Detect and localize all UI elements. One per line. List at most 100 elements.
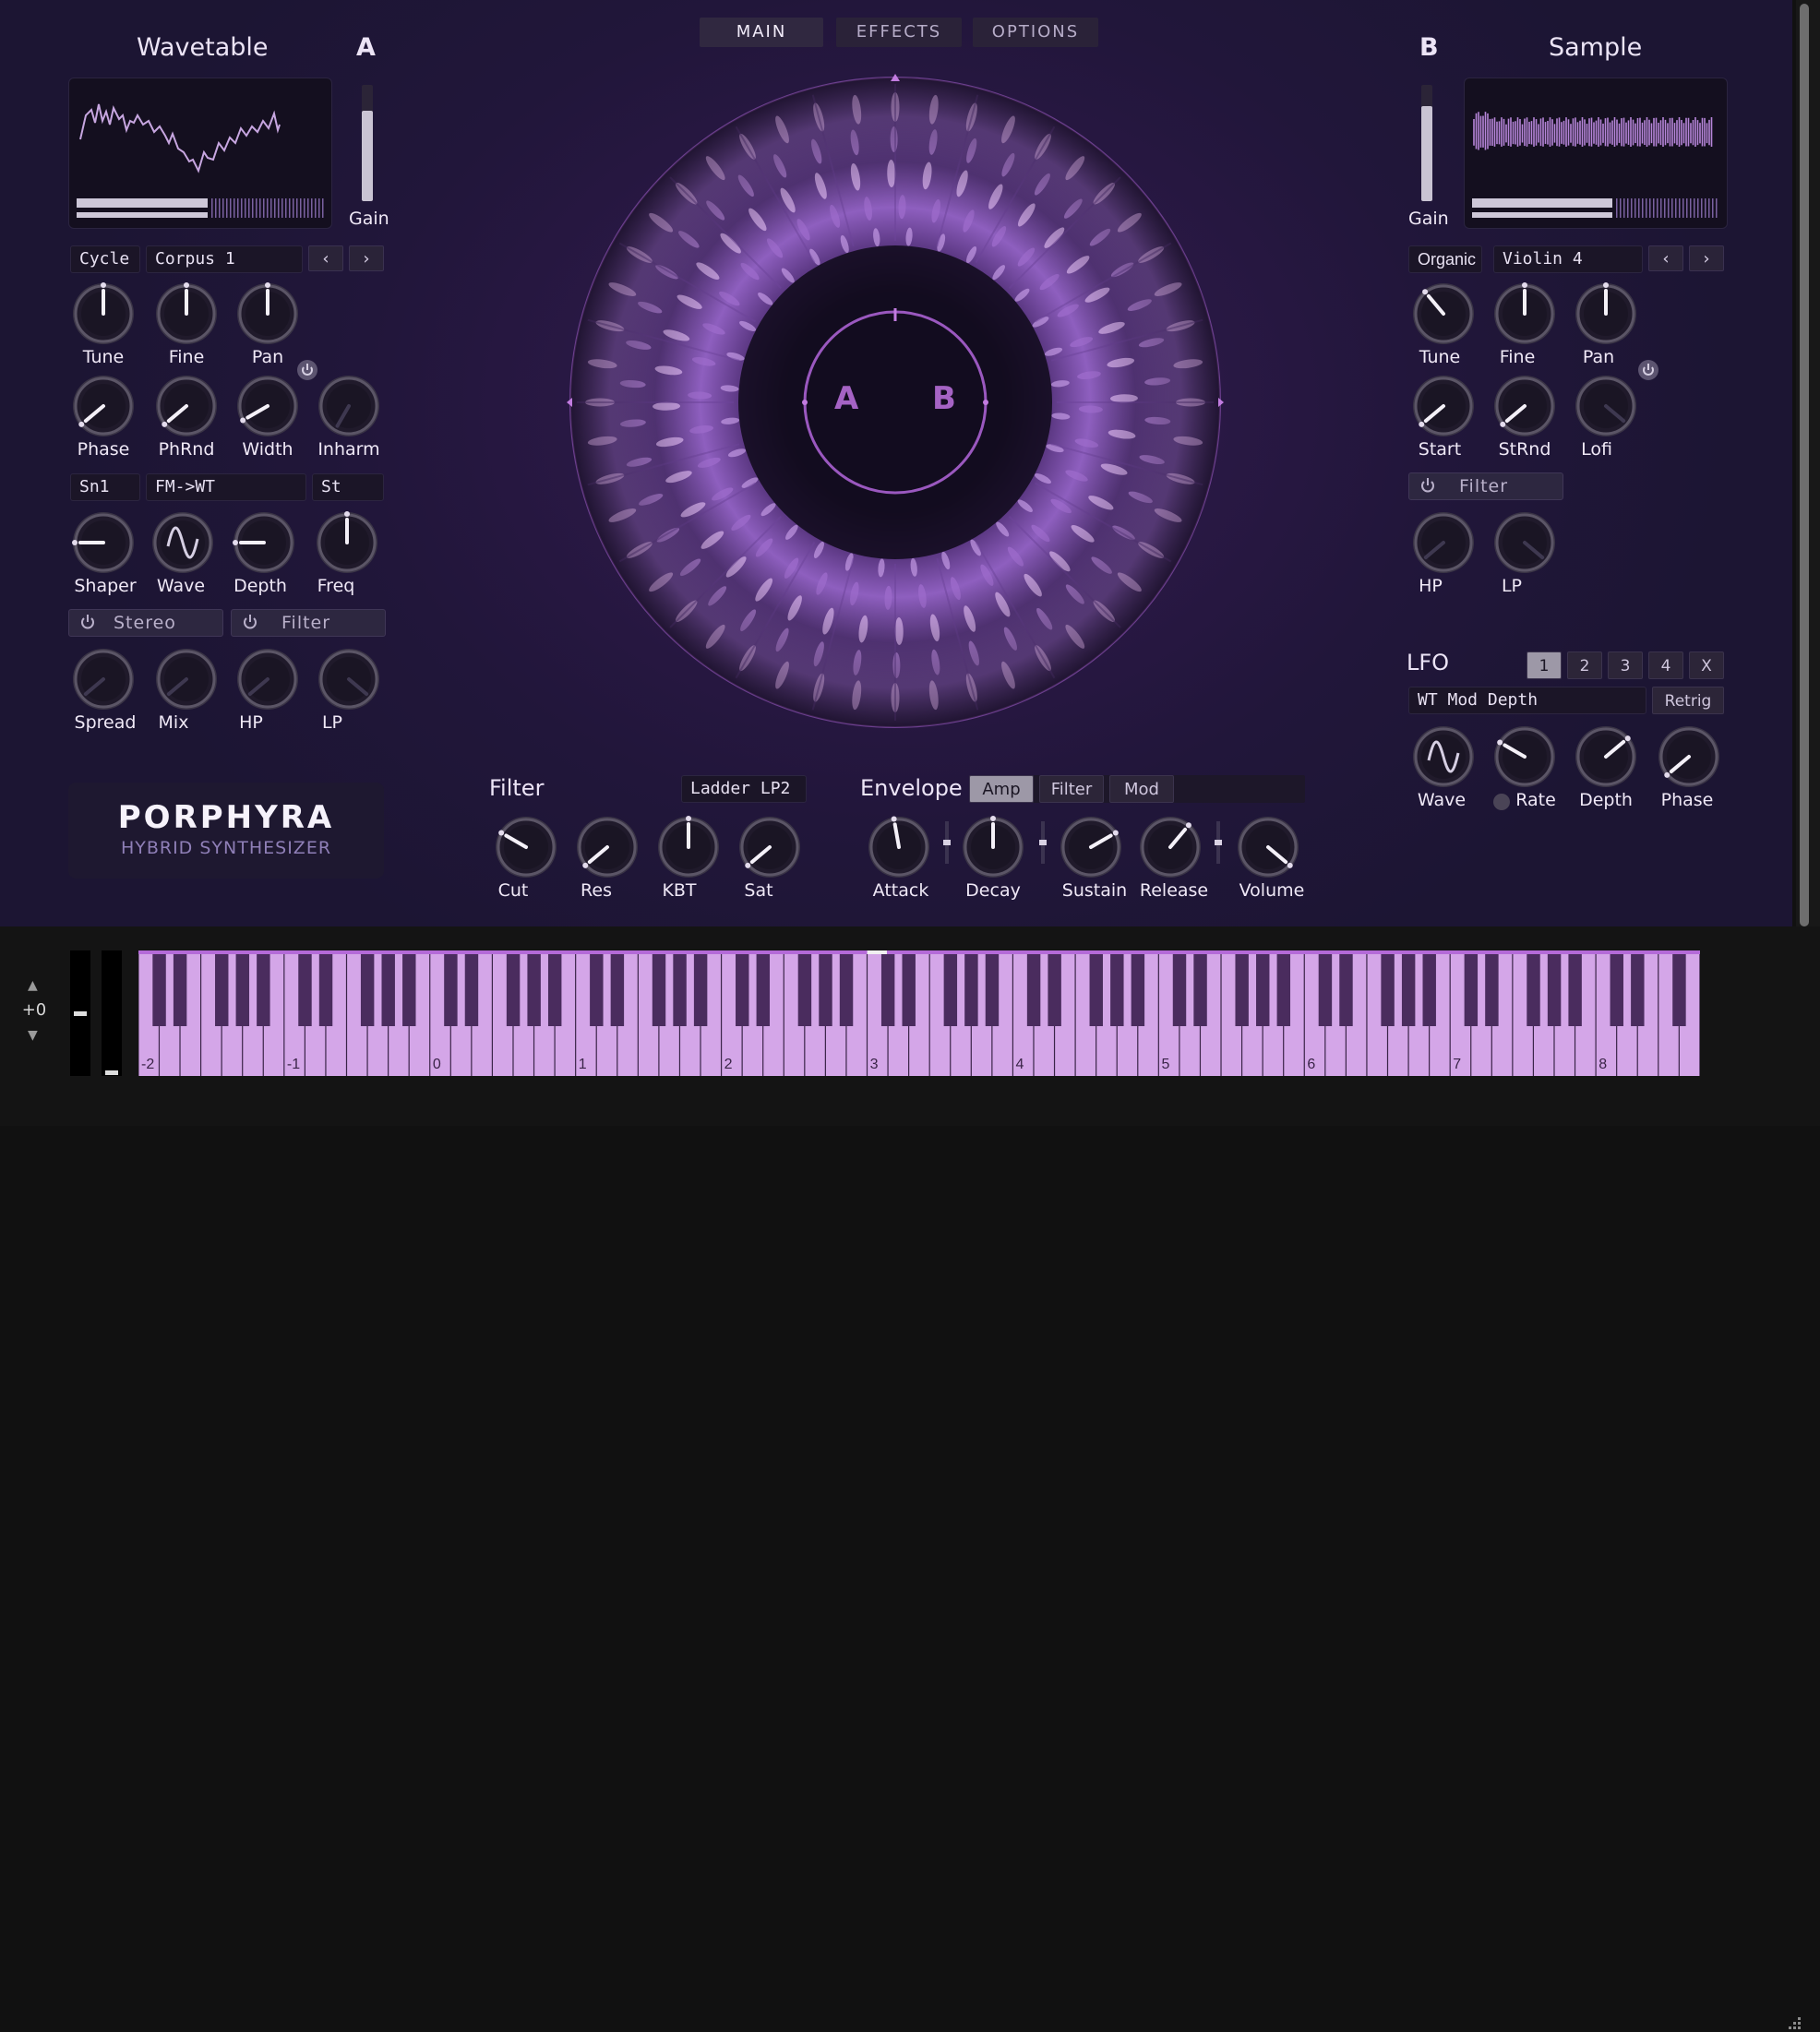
osc-a-gain-fader[interactable] [362, 85, 373, 201]
release-curve-slider[interactable] [1215, 821, 1222, 864]
osc-b-pan-knob[interactable] [1573, 281, 1639, 347]
lfo-phase-knob[interactable] [1656, 723, 1722, 790]
volume-knob[interactable] [1235, 814, 1301, 880]
osc-a-tune-knob[interactable] [70, 281, 137, 347]
lfo-slot-4[interactable]: 4 [1648, 651, 1683, 679]
shaper-mode-select[interactable]: Sn1 [70, 473, 140, 501]
shaper-knob[interactable] [70, 509, 137, 576]
black-key[interactable] [257, 950, 270, 1026]
black-key[interactable] [506, 950, 521, 1026]
wavetable-display[interactable] [68, 78, 332, 229]
lofi-power-icon[interactable] [1637, 359, 1659, 381]
inharm-power-icon[interactable] [296, 359, 318, 381]
black-key[interactable] [1276, 950, 1291, 1026]
black-key[interactable] [1527, 950, 1540, 1026]
black-key[interactable] [1339, 950, 1353, 1026]
black-key[interactable] [652, 950, 666, 1026]
black-key[interactable] [1401, 950, 1416, 1026]
ab-mix-mandala[interactable] [563, 70, 1227, 735]
black-key[interactable] [360, 950, 375, 1026]
osc-b-prev-button[interactable]: ‹ [1648, 245, 1683, 271]
black-key[interactable] [318, 950, 333, 1026]
filter-sat-knob[interactable] [736, 814, 803, 880]
osc-a-next-button[interactable]: › [349, 245, 384, 271]
black-key[interactable] [756, 950, 771, 1026]
black-key[interactable] [1110, 950, 1124, 1026]
filter-res-knob[interactable] [574, 814, 641, 880]
octave-down-button[interactable]: ▼ [28, 1028, 38, 1043]
black-key[interactable] [402, 950, 416, 1026]
osc-a-inharm-knob[interactable] [316, 373, 382, 439]
lfo-slot-2[interactable]: 2 [1567, 651, 1602, 679]
black-key[interactable] [298, 950, 312, 1026]
black-key[interactable] [1568, 950, 1582, 1026]
sample-position-bar[interactable] [1616, 198, 1718, 218]
envelope-tab-filter[interactable]: Filter [1039, 775, 1104, 803]
mod-depth-knob[interactable] [231, 509, 297, 576]
freq-mode-select[interactable]: St [312, 473, 384, 501]
scrollbar-track[interactable] [1796, 0, 1820, 926]
scrollbar-thumb[interactable] [1800, 4, 1809, 926]
tab-main[interactable]: MAIN [700, 18, 823, 47]
osc-a-pan-knob[interactable] [234, 281, 301, 347]
black-key[interactable] [590, 950, 604, 1026]
osc-b-tune-knob[interactable] [1410, 281, 1477, 347]
black-key[interactable] [1318, 950, 1333, 1026]
stereo-toggle[interactable]: Stereo [68, 609, 223, 637]
osc-a-hp-knob[interactable] [234, 646, 301, 712]
osc-b-strnd-knob[interactable] [1491, 373, 1558, 439]
black-key[interactable] [1256, 950, 1270, 1026]
decay-knob[interactable] [960, 814, 1026, 880]
pitch-wheel[interactable] [70, 950, 90, 1076]
black-key[interactable] [547, 950, 562, 1026]
osc-b-lp-knob[interactable] [1491, 509, 1558, 576]
sample-display[interactable] [1464, 78, 1728, 229]
filter-cut-knob[interactable] [493, 814, 559, 880]
spread-knob[interactable] [70, 646, 137, 712]
lfo-retrig-button[interactable]: Retrig [1652, 687, 1724, 714]
osc-b-category[interactable]: Organic [1408, 245, 1482, 273]
osc-b-lofi-knob[interactable] [1573, 373, 1639, 439]
black-key[interactable] [1610, 950, 1623, 1026]
osc-b-preset[interactable]: Violin 4 [1493, 245, 1643, 273]
osc-b-start-knob[interactable] [1410, 373, 1477, 439]
black-key[interactable] [381, 950, 395, 1026]
mod-freq-knob[interactable] [314, 509, 380, 576]
lfo-slot-x[interactable]: X [1689, 651, 1724, 679]
black-key[interactable] [464, 950, 479, 1026]
black-key[interactable] [1547, 950, 1562, 1026]
black-key[interactable] [902, 950, 916, 1026]
black-key[interactable] [1422, 950, 1436, 1026]
piano-keyboard[interactable]: -2 -1 0 1 2 3 4 5 6 7 8 [138, 950, 1700, 1076]
osc-a-filter-toggle[interactable]: Filter [231, 609, 386, 637]
envelope-tab-amp[interactable]: Amp [969, 775, 1034, 803]
lfo-slot-1[interactable]: 1 [1527, 651, 1562, 679]
lfo-wave-knob[interactable] [1410, 723, 1477, 790]
attack-knob[interactable] [866, 814, 932, 880]
black-key[interactable] [1089, 950, 1103, 1026]
black-key[interactable] [527, 950, 541, 1026]
black-key[interactable] [173, 950, 187, 1026]
mod-wheel[interactable] [102, 950, 122, 1076]
sustain-knob[interactable] [1058, 814, 1124, 880]
black-key[interactable] [1131, 950, 1145, 1026]
black-key[interactable] [736, 950, 749, 1026]
black-key[interactable] [1485, 950, 1499, 1026]
lfo-rate-knob[interactable] [1491, 723, 1558, 790]
filter-type-select[interactable]: Ladder LP2 [681, 775, 807, 803]
wavetable-position-bar[interactable] [211, 198, 324, 218]
black-key[interactable] [693, 950, 708, 1026]
envelope-tab-mod[interactable]: Mod [1109, 775, 1174, 803]
black-key[interactable] [1464, 950, 1479, 1026]
mix-knob[interactable] [153, 646, 220, 712]
osc-a-phase-knob[interactable] [70, 373, 137, 439]
osc-b-next-button[interactable]: › [1689, 245, 1724, 271]
octave-up-button[interactable]: ▲ [28, 978, 38, 993]
osc-a-fine-knob[interactable] [153, 281, 220, 347]
resize-grip-icon[interactable] [1785, 2015, 1802, 2032]
black-key[interactable] [797, 950, 812, 1026]
osc-a-lp-knob[interactable] [316, 646, 382, 712]
osc-b-hp-knob[interactable] [1410, 509, 1477, 576]
lfo-target[interactable]: WT Mod Depth [1408, 687, 1646, 714]
attack-curve-slider[interactable] [943, 821, 951, 864]
